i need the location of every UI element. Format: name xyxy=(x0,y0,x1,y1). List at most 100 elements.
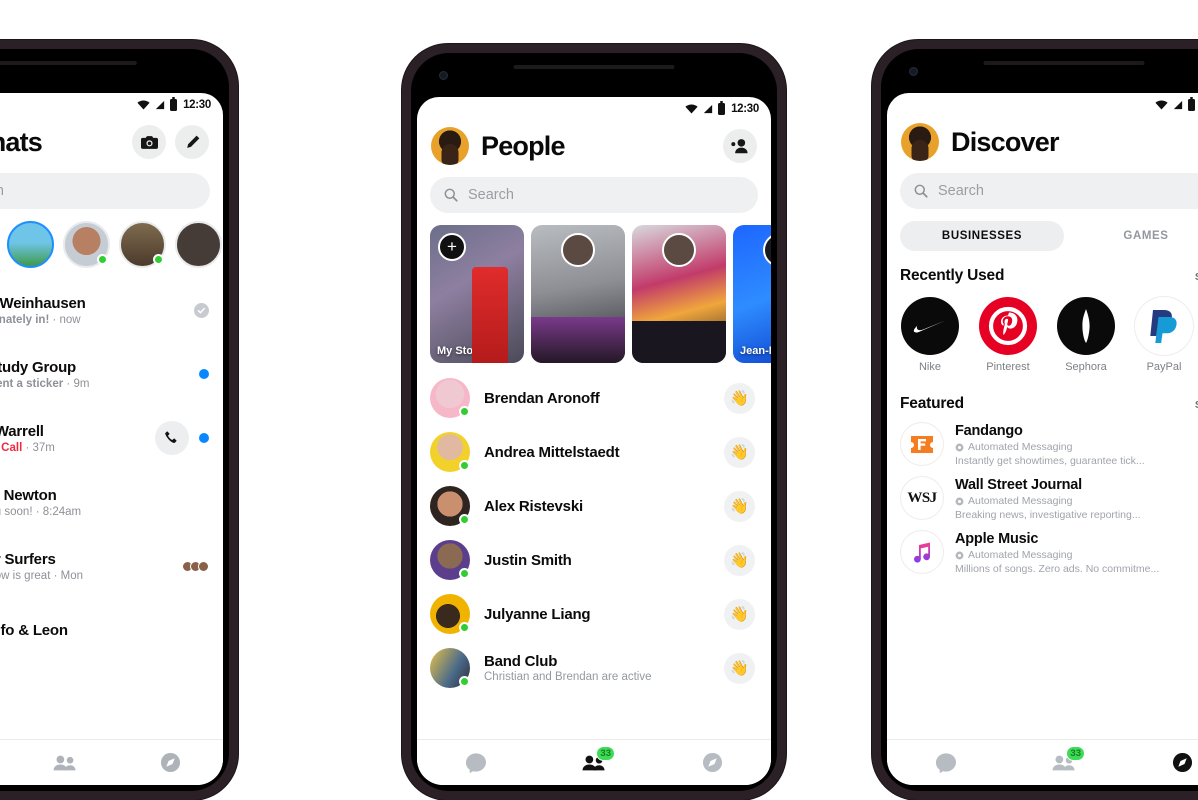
chat-list-item[interactable]: 101 Study Group Kelly sent a sticker · 9… xyxy=(0,342,223,406)
earpiece-speaker xyxy=(0,61,138,65)
wave-hand-icon[interactable]: 👋 xyxy=(724,436,755,468)
add-person-icon[interactable] xyxy=(723,129,757,163)
brand-pinterest[interactable]: Pinterest xyxy=(979,297,1037,373)
wave-hand-icon[interactable]: 👋 xyxy=(724,544,755,576)
compose-pencil-icon[interactable] xyxy=(175,125,209,159)
chat-preview: I'm definately in! · now xyxy=(0,314,182,326)
story-card-my-story[interactable]: + My Story xyxy=(430,225,524,363)
sidebar-item-discover[interactable] xyxy=(683,746,741,780)
chat-list-item[interactable]: Loren Newton See you soon! · 8:24am xyxy=(0,470,223,534)
person-avatar xyxy=(430,486,470,526)
pencil-glyph xyxy=(186,135,199,148)
story-avatar-5[interactable] xyxy=(175,221,222,268)
front-camera-icon xyxy=(439,71,448,80)
chat-list-item[interactable]: Rodolfo & Leon xyxy=(0,598,223,662)
chat-preview-text: Kelly sent a sticker xyxy=(0,377,64,390)
story-card-jean-m-denis[interactable]: Jean-M Denis xyxy=(733,225,771,363)
compass-icon xyxy=(160,752,180,773)
wifi-icon xyxy=(1155,100,1168,110)
chat-list-item[interactable]: Amy Warrell Missed Call · 37m xyxy=(0,406,223,470)
chats-story-row[interactable]: ✚ xyxy=(0,209,223,278)
gear-icon xyxy=(955,497,964,505)
chat-preview: Tomorrow is great · Mon xyxy=(0,570,173,582)
battery-icon xyxy=(170,97,178,111)
person-name: Alex Ristevski xyxy=(484,497,583,515)
chat-list-item[interactable]: Super Surfers Tomorrow is great · Mon xyxy=(0,534,223,598)
people-list-item[interactable]: Band Club Christian and Brendan are acti… xyxy=(417,641,771,695)
apple-music-logo-icon xyxy=(901,531,943,573)
avatar[interactable] xyxy=(431,127,469,165)
call-back-button[interactable] xyxy=(155,421,189,455)
sidebar-item-chats[interactable] xyxy=(917,746,975,780)
story-card-avatar xyxy=(662,233,696,267)
chat-name: 101 Study Group xyxy=(0,358,77,376)
status-bar: 12:30 xyxy=(0,93,223,117)
brand-paypal[interactable]: PayPal xyxy=(1135,297,1193,373)
sidebar-item-people[interactable]: 33 xyxy=(565,745,623,780)
screenshot-stage: 12:30 Chats xyxy=(0,0,1198,800)
search-input[interactable]: Search xyxy=(0,173,210,209)
camera-icon[interactable] xyxy=(132,125,166,159)
featured-list-item[interactable]: Apple Music Automated Messaging Millions… xyxy=(887,521,1198,575)
sidebar-item-chats[interactable] xyxy=(447,746,505,780)
people-list-item[interactable]: Alex Ristevski 👋 xyxy=(417,479,771,533)
story-avatar-3[interactable] xyxy=(63,221,110,268)
phone-discover: 12:30 Discover Search BUSINESSES GAMES xyxy=(872,40,1198,800)
tab-businesses[interactable]: BUSINESSES xyxy=(900,221,1064,251)
phone-icon xyxy=(165,431,177,443)
page-title: Chats xyxy=(0,126,43,157)
search-input[interactable]: Search xyxy=(900,173,1198,209)
automated-text: Automated Messaging xyxy=(968,495,1073,507)
chat-bubble-icon xyxy=(466,752,486,773)
wave-hand-icon[interactable]: 👋 xyxy=(724,382,755,414)
people-list-item[interactable]: Julyanne Liang 👋 xyxy=(417,587,771,641)
chat-list-item[interactable]: Isaac Weinhausen I'm definately in! · no… xyxy=(0,278,223,342)
chat-preview: See you soon! · 8:24am xyxy=(0,506,209,518)
featured-description: Millions of songs. Zero ads. No commitme… xyxy=(955,563,1160,575)
sidebar-item-discover[interactable] xyxy=(1153,746,1198,780)
wsj-wordmark: WSJ xyxy=(907,489,937,506)
phone-chats: 12:30 Chats xyxy=(0,40,238,800)
phone-bezel: 12:30 People Search + My Story Mia Reyno… xyxy=(411,53,777,791)
chat-time: Mon xyxy=(60,569,83,582)
avatar[interactable] xyxy=(901,123,939,161)
brand-sephora[interactable]: Sephora xyxy=(1057,297,1115,373)
battery-icon xyxy=(1188,97,1196,111)
online-dot xyxy=(459,676,470,687)
brand-nike[interactable]: Nike xyxy=(901,297,959,373)
chat-preview: Missed Call · 37m xyxy=(0,442,143,454)
chat-name: Amy Warrell xyxy=(0,422,44,440)
add-story-icon[interactable]: + xyxy=(438,233,466,261)
people-list-item[interactable]: Justin Smith 👋 xyxy=(417,533,771,587)
sidebar-item-people[interactable] xyxy=(36,746,94,780)
featured-list-item[interactable]: Fandango Automated Messaging Instantly g… xyxy=(887,413,1198,467)
featured-list-item[interactable]: WSJ Wall Street Journal Automated Messag… xyxy=(887,467,1198,521)
missed-call-label: Missed Call xyxy=(0,441,23,454)
people-list-item[interactable]: Brendan Aronoff 👋 xyxy=(417,371,771,425)
wave-hand-icon[interactable]: 👋 xyxy=(724,652,755,684)
wifi-icon xyxy=(685,104,698,114)
person-avatar xyxy=(430,540,470,580)
automated-messaging-label: Automated Messaging xyxy=(955,495,1198,507)
people-list-item[interactable]: Andrea Mittelstaedt 👋 xyxy=(417,425,771,479)
story-avatar-4[interactable] xyxy=(119,221,166,268)
story-avatar-2[interactable] xyxy=(7,221,54,268)
seen-by-avatars xyxy=(182,560,209,572)
sidebar-item-discover[interactable] xyxy=(141,746,199,780)
online-dot xyxy=(459,568,470,579)
story-cards-row[interactable]: + My Story Mia Reynolds Loredana Crisan … xyxy=(417,213,771,363)
wave-hand-icon[interactable]: 👋 xyxy=(724,598,755,630)
online-dot xyxy=(97,254,108,265)
tab-games[interactable]: GAMES xyxy=(1064,221,1198,251)
chats-header: Chats xyxy=(0,117,223,165)
check-glyph xyxy=(197,307,206,314)
status-time: 12:30 xyxy=(731,103,759,115)
wave-hand-icon[interactable]: 👋 xyxy=(724,490,755,522)
story-card-loredana-crisan[interactable]: Loredana Crisan xyxy=(632,225,726,363)
sidebar-item-people[interactable]: 33 xyxy=(1035,745,1093,780)
search-input[interactable]: Search xyxy=(430,177,758,213)
chat-preview: Kelly sent a sticker · 9m xyxy=(0,378,187,390)
chat-preview-text: Tomorrow is great xyxy=(0,569,51,582)
people-badge: 33 xyxy=(1066,745,1085,761)
story-card-mia-reynolds[interactable]: Mia Reynolds xyxy=(531,225,625,363)
